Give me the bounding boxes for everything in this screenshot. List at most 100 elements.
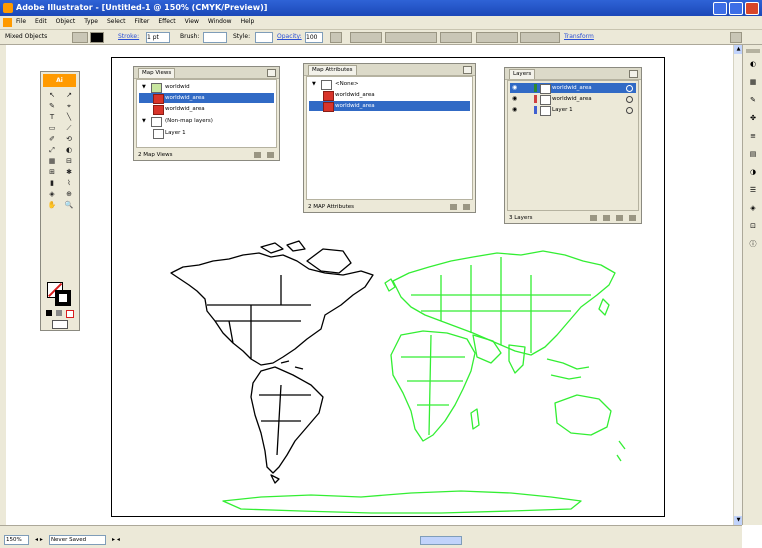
visibility-eye-icon[interactable]: ◉ <box>512 105 517 115</box>
americas-outline[interactable] <box>170 240 374 484</box>
info-panel-icon[interactable]: ⓘ <box>746 239 760 249</box>
layers-tab[interactable]: Layers <box>509 69 536 79</box>
attribute-row[interactable]: ▼ <None> <box>309 79 470 90</box>
scroll-thumb[interactable] <box>420 536 462 545</box>
screen-mode-button[interactable] <box>52 320 68 329</box>
tool-button[interactable]: ⊕ <box>62 189 76 199</box>
menu-filter[interactable]: Filter <box>135 18 150 25</box>
fill-swatch-icon[interactable] <box>90 32 104 43</box>
tool-button[interactable]: ⊟ <box>62 156 76 166</box>
layer-target-icon[interactable] <box>626 107 633 114</box>
expand-arrow-icon[interactable]: ▼ <box>312 79 316 89</box>
recolor-icon[interactable] <box>330 32 342 43</box>
map-views-tab[interactable]: Map Views <box>138 68 176 78</box>
tool-button[interactable]: ◈ <box>45 189 59 199</box>
layer-target-icon[interactable] <box>626 85 633 92</box>
visibility-eye-icon[interactable]: ◉ <box>512 83 517 93</box>
opacity-field[interactable]: 100 <box>305 32 323 43</box>
appearance-panel-icon[interactable]: ☰ <box>746 185 760 195</box>
symbols-panel-icon[interactable]: ✤ <box>746 113 760 123</box>
layer-row[interactable]: ◉ worldwid_area <box>510 94 636 105</box>
transparency-panel-icon[interactable]: ◑ <box>746 167 760 177</box>
status-field[interactable]: Never Saved <box>48 534 106 545</box>
dock-grip[interactable] <box>746 49 760 53</box>
tool-button[interactable]: ⌖ <box>62 101 76 111</box>
tool-button[interactable]: ▦ <box>45 156 59 166</box>
visibility-eye-icon[interactable]: ◉ <box>512 94 517 104</box>
stroke-panel-icon[interactable]: ≡ <box>746 131 760 141</box>
eastern-hemisphere-outline[interactable] <box>222 250 626 514</box>
tool-button[interactable]: ↖ <box>45 90 59 100</box>
menu-view[interactable]: View <box>185 18 199 25</box>
tool-button[interactable]: ▭ <box>45 123 59 133</box>
distribute-icons[interactable] <box>440 32 472 43</box>
menu-file[interactable]: File <box>16 18 26 25</box>
navigator-panel-icon[interactable]: ⊡ <box>746 221 760 231</box>
delete-icon[interactable] <box>463 204 470 210</box>
new-attribute-icon[interactable] <box>450 204 457 210</box>
align-to-icons[interactable] <box>520 32 560 43</box>
minimize-button[interactable] <box>713 2 727 15</box>
brushes-panel-icon[interactable]: ✎ <box>746 95 760 105</box>
map-view-row[interactable]: worldwid_area <box>139 93 274 104</box>
graphic-styles-panel-icon[interactable]: ◈ <box>746 203 760 213</box>
distribute-spacing-icons[interactable] <box>476 32 518 43</box>
tool-button[interactable]: ⤢ <box>45 145 59 155</box>
page-nav-icon[interactable]: ◂ ▸ <box>35 536 43 543</box>
map-view-row[interactable]: ▼ (Non-map layers) <box>139 116 274 127</box>
menu-effect[interactable]: Effect <box>158 18 175 25</box>
layer-target-icon[interactable] <box>626 96 633 103</box>
tool-button[interactable]: ⊞ <box>45 167 59 177</box>
tool-button[interactable]: ⌇ <box>62 178 76 188</box>
tool-button[interactable]: ╲ <box>62 112 76 122</box>
horizontal-scrollbar[interactable]: 150% ◂ ▸ Never Saved ▸ ◂ <box>0 525 742 548</box>
tool-button[interactable]: T <box>45 112 59 122</box>
workspace-icon[interactable] <box>730 32 742 43</box>
stroke-swatch-icon[interactable] <box>72 32 88 43</box>
none-mode-button[interactable] <box>66 310 74 318</box>
gradient-panel-icon[interactable]: ▤ <box>746 149 760 159</box>
align-icons[interactable] <box>350 32 382 43</box>
align-objects-icons[interactable] <box>385 32 437 43</box>
close-button[interactable] <box>745 2 759 15</box>
layer-row[interactable]: ◉ worldwid_area <box>510 83 636 94</box>
attribute-row[interactable]: worldwid_area <box>309 90 470 101</box>
delete-icon[interactable] <box>267 152 274 158</box>
tool-button[interactable]: ↗ <box>62 90 76 100</box>
color-mode-button[interactable] <box>46 310 52 316</box>
gradient-mode-button[interactable] <box>56 310 62 316</box>
menu-object[interactable]: Object <box>56 18 76 25</box>
expand-arrow-icon[interactable]: ▼ <box>142 116 146 126</box>
tool-button[interactable]: ⟋ <box>62 123 76 133</box>
menu-type[interactable]: Type <box>84 18 98 25</box>
new-sublayer-icon[interactable] <box>616 215 623 221</box>
panel-menu-button[interactable] <box>267 69 276 77</box>
zoom-field[interactable]: 150% <box>4 534 29 545</box>
map-view-row[interactable]: ▼ worldwid <box>139 82 274 93</box>
map-attributes-tab[interactable]: Map Attributes <box>308 65 357 75</box>
layer-row[interactable]: ◉ Layer 1 <box>510 105 636 116</box>
locate-object-icon[interactable] <box>590 215 597 221</box>
status-nav-icon[interactable]: ▸ ◂ <box>112 536 120 543</box>
style-dropdown[interactable] <box>255 32 273 43</box>
tool-button[interactable]: 🔍 <box>62 200 76 210</box>
make-clipping-mask-icon[interactable] <box>603 215 610 221</box>
transform-link[interactable]: Transform <box>564 32 594 41</box>
new-view-icon[interactable] <box>254 152 261 158</box>
panel-menu-button[interactable] <box>463 66 472 74</box>
expand-arrow-icon[interactable]: ▼ <box>142 82 146 92</box>
stroke-swatch[interactable] <box>55 290 71 306</box>
map-view-row[interactable]: worldwid_area <box>139 104 274 115</box>
attribute-row[interactable]: worldwid_area <box>309 101 470 112</box>
menu-help[interactable]: Help <box>241 18 255 25</box>
opacity-label-link[interactable]: Opacity: <box>277 32 302 41</box>
menu-edit[interactable]: Edit <box>35 18 47 25</box>
tool-button[interactable]: ✱ <box>62 167 76 177</box>
color-panel-icon[interactable]: ◐ <box>746 59 760 69</box>
tool-button[interactable]: ✎ <box>45 101 59 111</box>
panel-menu-button[interactable] <box>629 70 638 78</box>
tool-button[interactable]: ⟲ <box>62 134 76 144</box>
tool-button[interactable]: ✋ <box>45 200 59 210</box>
menu-select[interactable]: Select <box>107 18 126 25</box>
stroke-label-link[interactable]: Stroke: <box>118 32 139 41</box>
